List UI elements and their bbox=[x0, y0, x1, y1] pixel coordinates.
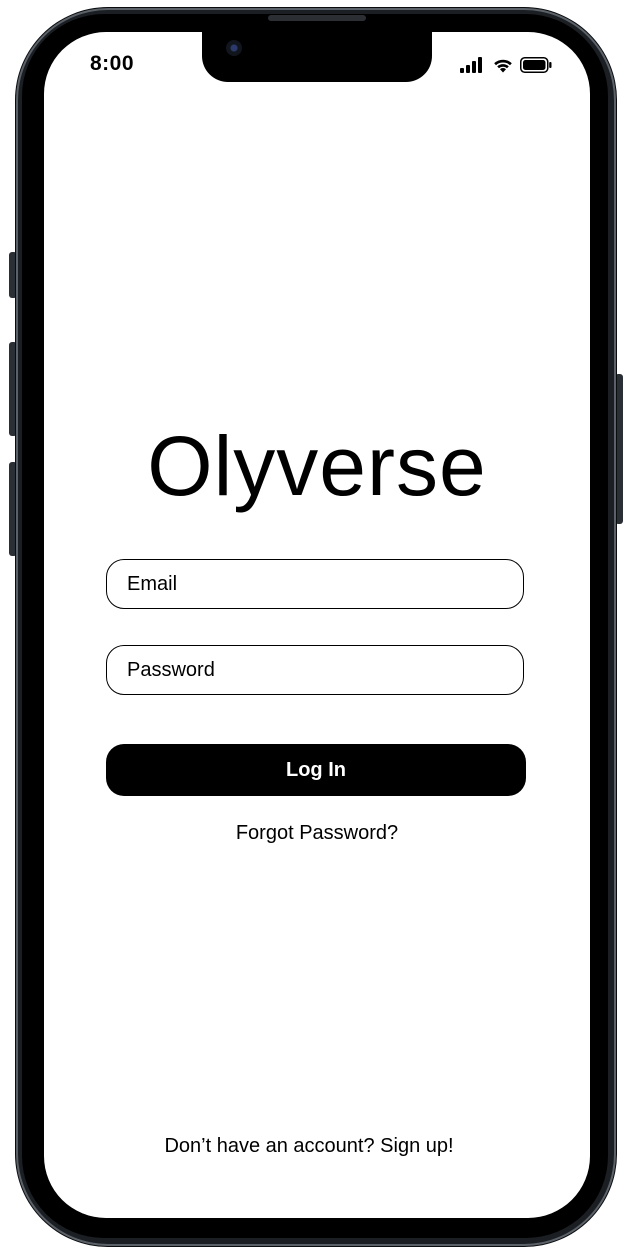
status-time: 8:00 bbox=[90, 52, 135, 75]
login-button[interactable]: Log In bbox=[106, 744, 526, 796]
app-title: Olyverse bbox=[147, 419, 487, 513]
email-field[interactable] bbox=[106, 559, 524, 609]
device-mockup: 8:00 Olyverse Email Log In Forgot Passwo… bbox=[0, 0, 632, 1254]
front-camera-icon bbox=[226, 40, 242, 56]
email-input[interactable] bbox=[107, 560, 523, 608]
earpiece-speaker bbox=[268, 15, 366, 21]
wifi-icon bbox=[494, 59, 512, 73]
password-input[interactable] bbox=[107, 646, 523, 694]
power-button bbox=[615, 374, 623, 524]
forgot-password-link[interactable]: Forgot Password? bbox=[44, 822, 590, 845]
password-field[interactable] bbox=[106, 645, 524, 695]
battery-icon bbox=[520, 57, 552, 73]
signal-icon bbox=[460, 57, 482, 73]
app-screen: 8:00 Olyverse Email Log In Forgot Passwo… bbox=[44, 32, 590, 1218]
status-icons bbox=[460, 57, 552, 73]
signup-link[interactable]: Don’t have an account? Sign up! bbox=[44, 1135, 574, 1158]
